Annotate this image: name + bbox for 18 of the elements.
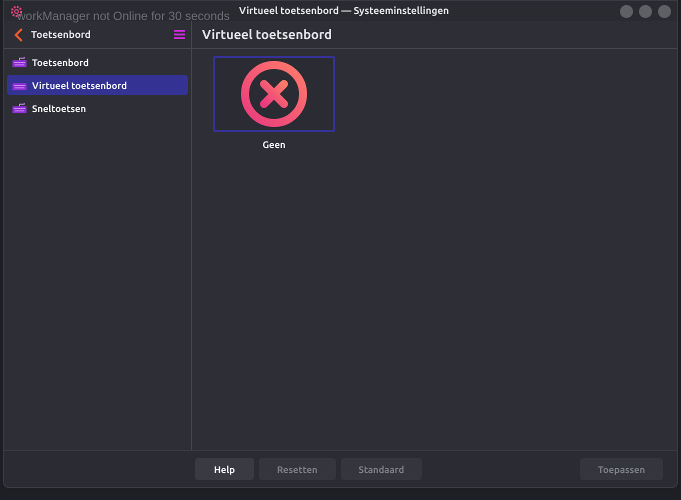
close-button[interactable] — [658, 4, 671, 18]
page-title: Virtueel toetsenbord — [202, 28, 332, 42]
sidebar-title: Toetsenbord — [31, 29, 91, 40]
keyboard-icon — [12, 102, 27, 114]
sidebar-item[interactable]: Sneltoetsen — [7, 98, 188, 118]
dialog-button[interactable]: Help — [195, 458, 254, 480]
sidebar-item[interactable]: Virtueel toetsenbord — [7, 75, 188, 95]
keyboard-icon — [12, 56, 27, 68]
cancel-icon — [239, 59, 309, 129]
option-label: Geen — [262, 139, 286, 150]
menu-icon[interactable] — [174, 30, 185, 39]
sidebar-item[interactable]: Toetsenbord — [7, 52, 188, 72]
option-tile[interactable] — [213, 56, 335, 132]
back-icon[interactable] — [14, 28, 23, 42]
minimize-button[interactable] — [620, 4, 633, 18]
window-title: Virtueel toetsenbord — Systeeminstellingen — [239, 5, 449, 16]
maximize-button[interactable] — [639, 4, 652, 18]
background-text: workManager not Online for 30 seconds — [17, 9, 230, 23]
